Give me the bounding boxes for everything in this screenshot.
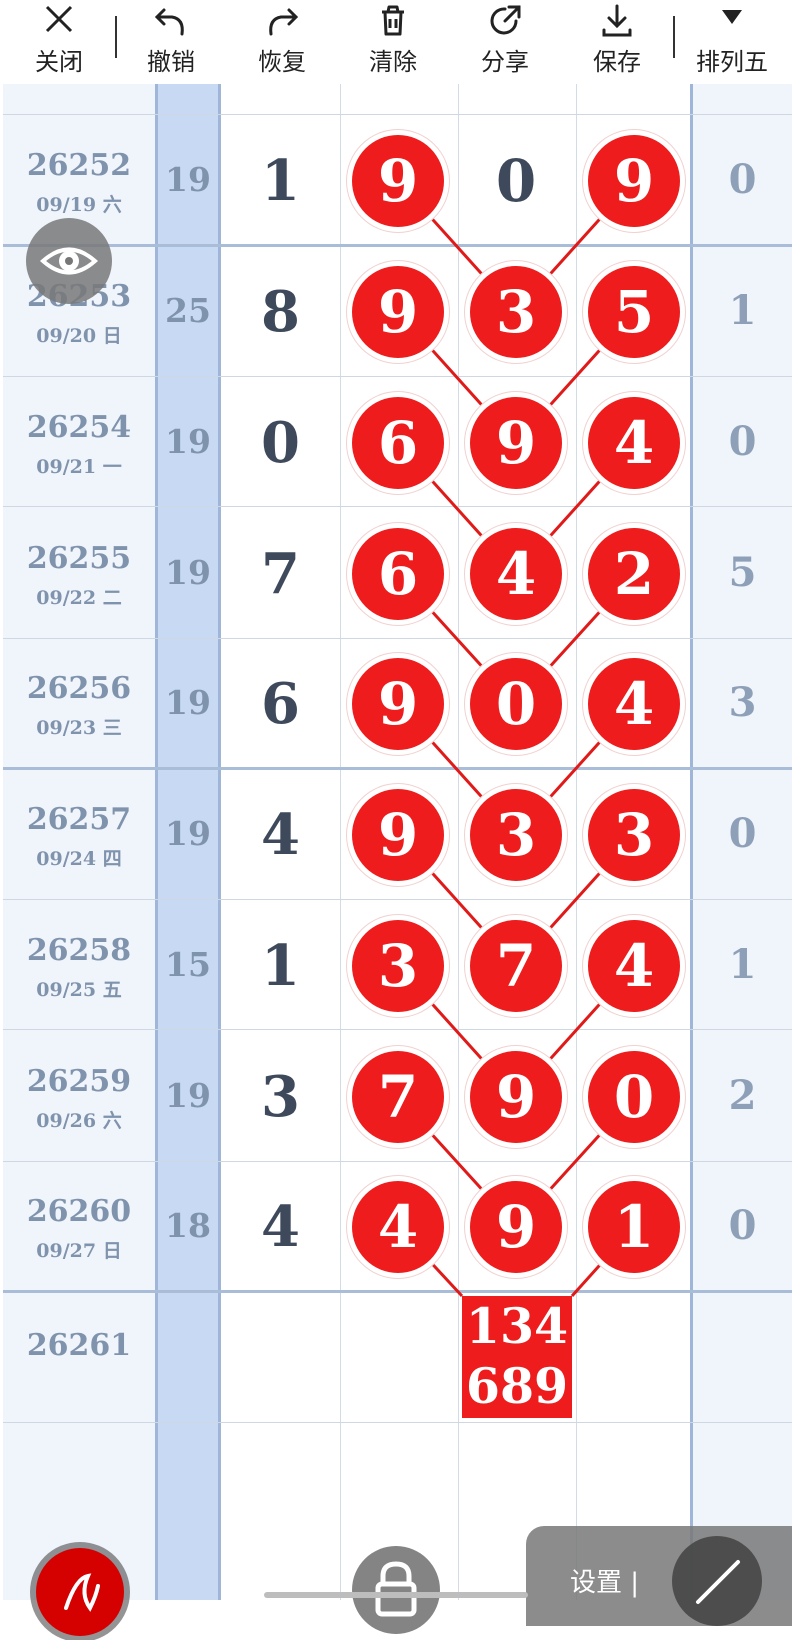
settings-button[interactable]: 设置 | [570,1562,639,1599]
redo-label: 恢复 [258,48,306,76]
share-icon [490,5,521,35]
close-icon [45,5,73,33]
redo-icon [269,8,299,36]
signature-icon [64,1573,100,1612]
prediction-line: 134 [465,1297,569,1355]
trash-icon [382,5,404,36]
digit-ball[interactable]: 4 [470,528,562,620]
digit-ball[interactable]: 9 [352,135,444,227]
toolbar-divider [673,16,675,58]
digit-ball[interactable]: 6 [352,397,444,489]
digit-ball[interactable]: 3 [470,789,562,881]
redo-button[interactable]: 恢复 [232,0,332,84]
digit-ball[interactable]: 7 [470,920,562,1012]
pen-tool-button[interactable] [672,1536,762,1626]
prediction-box[interactable]: 134 689 [462,1296,572,1418]
toolbar: 关闭 撤销 恢复 清除 分享 保存 排列五 [0,0,792,84]
digit-ball[interactable]: 4 [588,397,680,489]
digit-ball[interactable]: 5 [588,266,680,358]
save-label: 保存 [593,48,641,76]
clear-label: 清除 [369,48,417,76]
digit-ball[interactable]: 7 [352,1051,444,1143]
undo-button[interactable]: 撤销 [121,0,221,84]
close-button[interactable]: 关闭 [9,0,109,84]
brush-button[interactable] [36,1548,124,1636]
clear-button[interactable]: 清除 [343,0,443,84]
digit-ball[interactable]: 9 [470,1051,562,1143]
digit-ball[interactable]: 2 [588,528,680,620]
share-button[interactable]: 分享 [455,0,555,84]
digit-ball[interactable]: 9 [470,397,562,489]
eye-icon [39,247,99,275]
digit-ball[interactable]: 9 [470,1181,562,1273]
home-indicator[interactable] [264,1592,528,1598]
lottery-label: 排列五 [696,48,768,76]
undo-label: 撤销 [147,48,195,76]
digit-ball[interactable]: 4 [588,658,680,750]
visibility-toggle-button[interactable] [26,218,112,304]
digit-ball[interactable]: 4 [352,1181,444,1273]
digit-ball[interactable]: 9 [588,135,680,227]
triangle-down-icon [722,10,742,24]
digit-ball[interactable]: 3 [588,789,680,881]
digit-ball[interactable]: 6 [352,528,444,620]
digit-plain[interactable]: 0 [470,135,562,227]
digit-ball[interactable]: 0 [470,658,562,750]
close-label: 关闭 [35,48,83,76]
digit-ball[interactable]: 0 [588,1051,680,1143]
digit-ball[interactable]: 3 [352,920,444,1012]
lottery-selector[interactable]: 排列五 [682,0,782,84]
digit-ball[interactable]: 3 [470,266,562,358]
share-label: 分享 [481,48,529,76]
save-button[interactable]: 保存 [567,0,667,84]
lock-icon [375,1561,417,1617]
digit-ball[interactable]: 1 [588,1181,680,1273]
lock-button[interactable] [352,1546,440,1634]
prediction-line: 689 [465,1357,569,1415]
toolbar-divider [115,16,117,58]
digit-ball[interactable]: 9 [352,658,444,750]
digit-ball[interactable]: 4 [588,920,680,1012]
download-icon [602,4,632,37]
bottom-tool-panel: 设置 | [526,1526,792,1626]
pen-icon [696,1560,740,1604]
digit-ball[interactable]: 9 [352,266,444,358]
digit-ball[interactable]: 9 [352,789,444,881]
undo-icon [154,8,184,36]
